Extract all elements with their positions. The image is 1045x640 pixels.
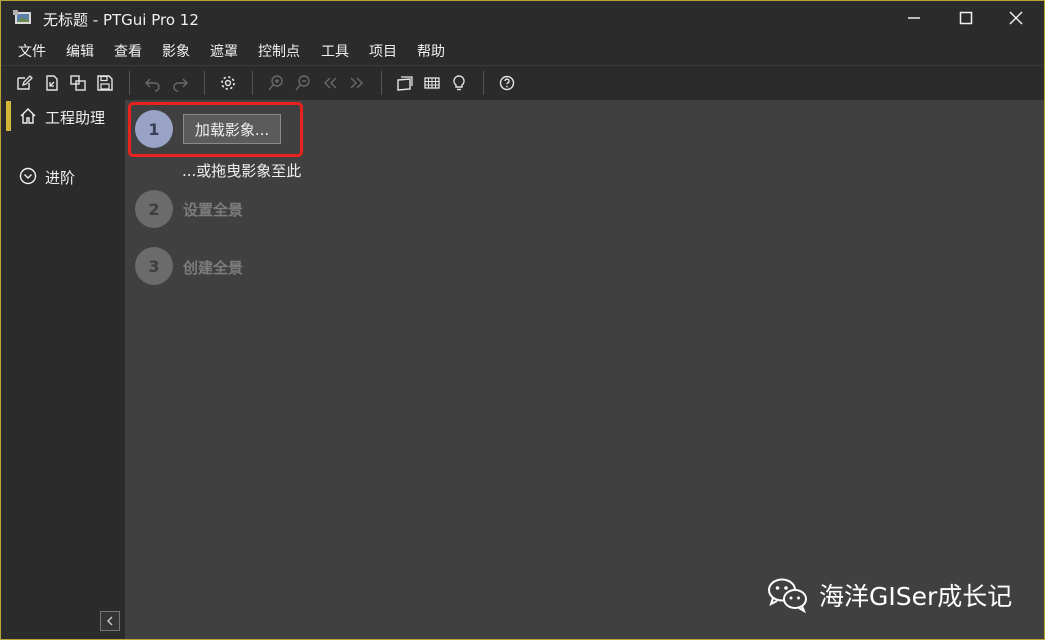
chevron-left-icon [107, 616, 113, 626]
active-indicator [6, 101, 11, 131]
settings-button[interactable] [217, 72, 239, 94]
panorama-editor-icon [397, 76, 413, 91]
duplicate-button[interactable] [67, 72, 89, 94]
menu-control-points[interactable]: 控制点 [258, 41, 300, 61]
save-button[interactable] [94, 72, 116, 94]
menu-view[interactable]: 查看 [114, 41, 142, 61]
zoom-out-icon [295, 75, 310, 91]
menu-help[interactable]: 帮助 [417, 41, 445, 61]
sidebar-item-label: 工程助理 [45, 109, 106, 127]
sidebar-item-label: 进阶 [45, 169, 76, 187]
toolbar [1, 65, 1044, 100]
chevron-circle-down-icon [19, 167, 37, 185]
duplicate-icon [70, 75, 86, 91]
close-button[interactable] [993, 1, 1039, 35]
step-2-label: 设置全景 [183, 201, 244, 219]
app-icon [13, 10, 31, 24]
previous-icon [324, 77, 337, 89]
table-button[interactable] [421, 72, 443, 94]
undo-icon [145, 78, 160, 92]
new-project-icon [17, 75, 33, 90]
highlight-annotation [128, 102, 303, 157]
panorama-editor-button[interactable] [394, 72, 416, 94]
menu-images[interactable]: 影象 [162, 41, 190, 61]
zoom-in-button[interactable] [265, 72, 287, 94]
next-icon [350, 77, 363, 89]
toolbar-separator [381, 71, 382, 95]
watermark: 海洋GISer成长记 [767, 575, 1012, 615]
drag-drop-hint: ...或拖曳影象至此 [182, 162, 302, 180]
open-project-icon [46, 75, 58, 91]
new-project-button[interactable] [13, 72, 35, 94]
step-3-label: 创建全景 [183, 259, 244, 277]
undo-button[interactable] [142, 72, 164, 94]
open-project-button[interactable] [41, 72, 63, 94]
menu-project[interactable]: 项目 [369, 41, 397, 61]
close-icon [1009, 11, 1023, 25]
collapse-sidebar-button[interactable] [100, 611, 120, 631]
home-icon [20, 108, 36, 124]
toolbar-separator [129, 71, 130, 95]
redo-icon [173, 78, 188, 92]
maximize-icon [959, 11, 973, 25]
redo-button[interactable] [169, 72, 191, 94]
step-3-number: 3 [135, 247, 173, 285]
menu-mask[interactable]: 遮罩 [210, 41, 238, 61]
toolbar-separator [204, 71, 205, 95]
toolbar-separator [252, 71, 253, 95]
title-bar: 无标题 - PTGui Pro 12 [1, 1, 1044, 37]
next-button[interactable] [346, 72, 368, 94]
step-2-number: 2 [135, 190, 173, 228]
sidebar-item-advanced[interactable]: 进阶 [5, 161, 123, 191]
menu-bar: 文件 编辑 查看 影象 遮罩 控制点 工具 项目 帮助 [1, 37, 1044, 63]
help-icon [499, 75, 515, 91]
maximize-button[interactable] [943, 1, 989, 35]
wechat-icon [768, 578, 807, 613]
menu-tools[interactable]: 工具 [321, 41, 349, 61]
toolbar-separator [483, 71, 484, 95]
sidebar-item-project-assistant[interactable]: 工程助理 [5, 101, 123, 131]
menu-edit[interactable]: 编辑 [66, 41, 94, 61]
save-icon [97, 75, 113, 91]
lightbulb-button[interactable] [448, 72, 470, 94]
help-button[interactable] [496, 72, 518, 94]
window-title: 无标题 - PTGui Pro 12 [43, 11, 199, 29]
minimize-button[interactable] [891, 1, 937, 35]
menu-file[interactable]: 文件 [18, 41, 46, 61]
assistant-panel[interactable]: 1 加载影象... ...或拖曳影象至此 2 设置全景 3 创建全景 [125, 100, 1044, 639]
watermark-text: 海洋GISer成长记 [819, 582, 1013, 611]
zoom-in-icon [268, 75, 283, 91]
sidebar: 工程助理 进阶 [1, 100, 123, 639]
lightbulb-icon [453, 75, 465, 91]
previous-button[interactable] [319, 72, 341, 94]
zoom-out-button[interactable] [292, 72, 314, 94]
minimize-icon [908, 17, 920, 19]
table-icon [424, 77, 440, 89]
app-window: 无标题 - PTGui Pro 12 文件 编辑 查看 影象 遮罩 控制点 工具… [0, 0, 1045, 640]
settings-gear-icon [221, 76, 235, 90]
